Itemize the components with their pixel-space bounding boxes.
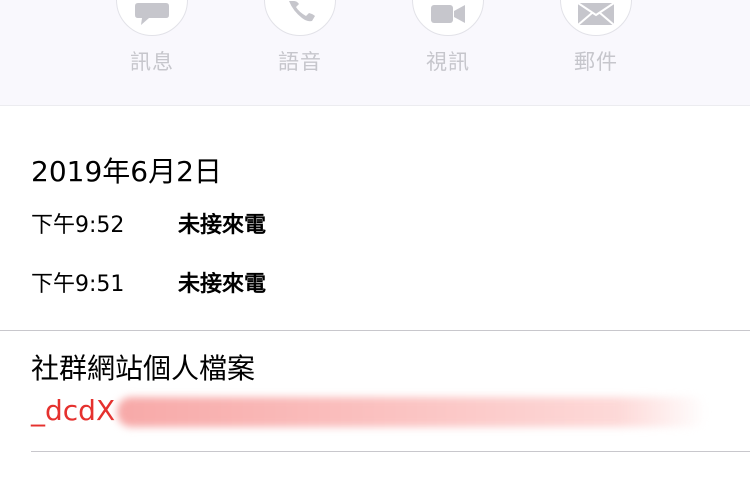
voice-call-action-circle[interactable] bbox=[264, 0, 336, 36]
call-history-row: 下午9:52 未接來電 bbox=[31, 207, 266, 239]
social-profile-title: 社群網站個人檔案 bbox=[31, 352, 256, 385]
social-profile-link-text[interactable]: _dcdX bbox=[31, 394, 115, 427]
video-call-action-circle[interactable] bbox=[412, 0, 484, 36]
call-status: 未接來電 bbox=[178, 213, 267, 238]
mail-action-button[interactable]: 郵件 bbox=[521, 0, 671, 76]
social-profile-link[interactable]: _dcdX bbox=[31, 394, 708, 427]
video-call-action-label: 視訊 bbox=[426, 50, 470, 74]
message-action-circle[interactable] bbox=[116, 0, 188, 36]
call-status: 未接來電 bbox=[178, 272, 267, 297]
call-history-date: 2019年6月2日 bbox=[31, 155, 222, 188]
message-action-label: 訊息 bbox=[130, 50, 174, 74]
mail-action-label: 郵件 bbox=[574, 50, 618, 74]
call-time: 下午9:52 bbox=[31, 213, 125, 238]
redacted-text-blur bbox=[117, 397, 708, 427]
message-icon bbox=[135, 3, 169, 25]
video-call-action-button[interactable]: 視訊 bbox=[373, 0, 523, 76]
video-icon bbox=[431, 5, 465, 23]
mail-icon bbox=[578, 3, 614, 25]
call-time: 下午9:51 bbox=[31, 272, 125, 297]
section-divider bbox=[31, 451, 750, 452]
phone-icon bbox=[289, 1, 315, 22]
mail-action-circle[interactable] bbox=[560, 0, 632, 36]
voice-call-action-button[interactable]: 語音 bbox=[225, 0, 375, 76]
action-bar: 訊息 語音 視訊 郵件 bbox=[0, 0, 750, 106]
message-action-button[interactable]: 訊息 bbox=[77, 0, 227, 76]
call-history-row: 下午9:51 未接來電 bbox=[31, 266, 266, 298]
section-divider bbox=[0, 330, 750, 331]
contact-detail-screen: 訊息 語音 視訊 郵件 2019年6月2日 下午9:52 未接來電 下午9:51… bbox=[0, 0, 750, 480]
voice-call-action-label: 語音 bbox=[278, 50, 322, 74]
